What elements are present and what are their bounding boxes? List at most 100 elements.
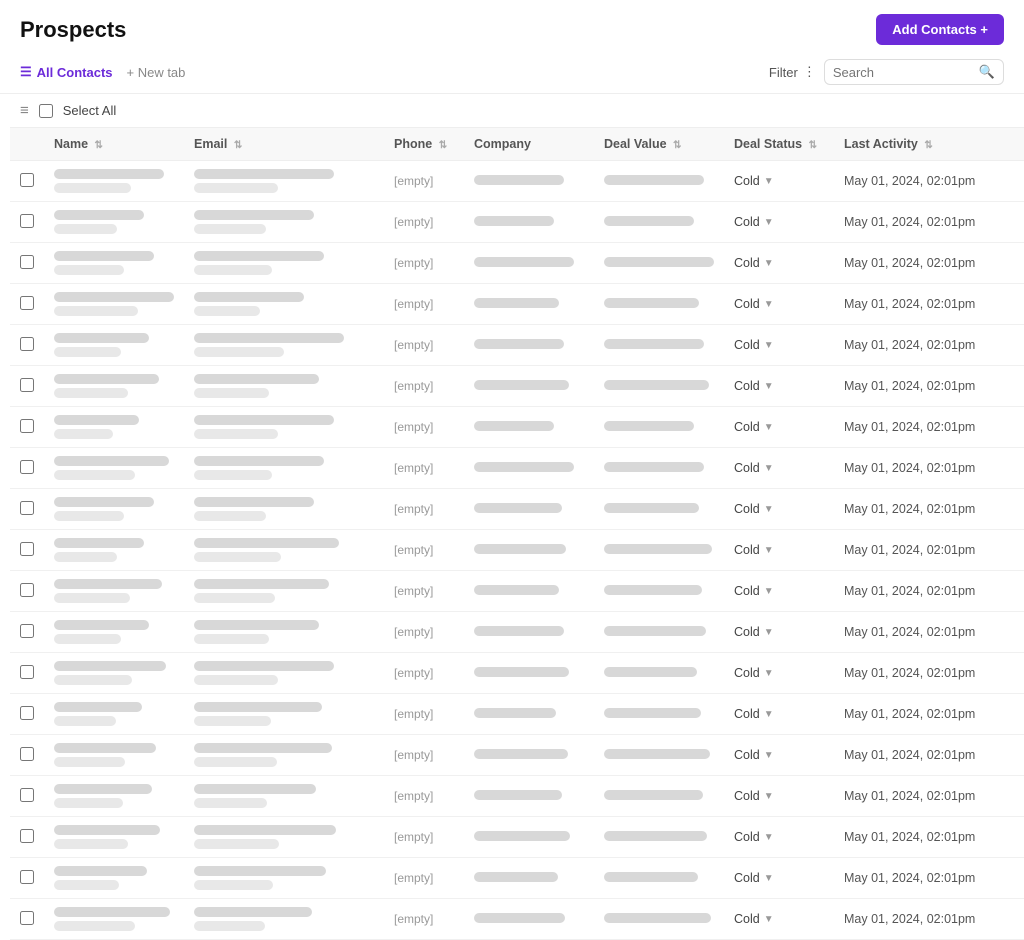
row-actions: ⋮ [1014,694,1024,735]
menu-icon[interactable]: ≡ [20,102,29,119]
add-contacts-button[interactable]: Add Contacts + [876,14,1004,45]
row-company [464,161,594,202]
deal-status-dropdown[interactable]: ▼ [764,258,774,269]
row-checkbox[interactable] [20,378,34,392]
row-email [184,325,384,366]
row-phone: [empty] [384,202,464,243]
row-last-activity: May 01, 2024, 02:01pm [834,448,1014,489]
row-company [464,325,594,366]
deal-status-dropdown[interactable]: ▼ [764,504,774,515]
contacts-table-wrapper: Name ⇅ Email ⇅ Phone ⇅ Company Deal Valu… [0,127,1024,940]
row-email [184,612,384,653]
row-checkbox-cell [10,243,44,284]
deal-status-dropdown[interactable]: ▼ [764,299,774,310]
th-name[interactable]: Name ⇅ [44,128,184,161]
row-actions: ⋮ [1014,612,1024,653]
row-name [44,325,184,366]
row-checkbox[interactable] [20,419,34,433]
row-deal-status: Cold ▼ [724,858,834,899]
row-company [464,694,594,735]
th-deal-value[interactable]: Deal Value ⇅ [594,128,724,161]
row-phone: [empty] [384,612,464,653]
row-checkbox[interactable] [20,665,34,679]
row-checkbox[interactable] [20,337,34,351]
deal-status-dropdown[interactable]: ▼ [764,545,774,556]
deal-status-dropdown[interactable]: ▼ [764,750,774,761]
row-checkbox[interactable] [20,583,34,597]
row-deal-value [594,366,724,407]
row-actions: ⋮ [1014,325,1024,366]
table-header: Name ⇅ Email ⇅ Phone ⇅ Company Deal Valu… [10,128,1024,161]
th-email[interactable]: Email ⇅ [184,128,384,161]
deal-status-dropdown[interactable]: ▼ [764,217,774,228]
row-deal-status: Cold ▼ [724,776,834,817]
row-actions: ⋮ [1014,530,1024,571]
deal-status-dropdown[interactable]: ▼ [764,340,774,351]
table-row: [empty] Cold ▼ May 01, 2024, 02:01pm ⋮ [10,817,1024,858]
row-deal-status: Cold ▼ [724,612,834,653]
row-deal-value [594,530,724,571]
row-last-activity: May 01, 2024, 02:01pm [834,284,1014,325]
row-phone: [empty] [384,325,464,366]
row-company [464,858,594,899]
select-all-label[interactable]: Select All [63,103,116,118]
row-company [464,776,594,817]
table-row: [empty] Cold ▼ May 01, 2024, 02:01pm ⋮ [10,243,1024,284]
deal-status-dropdown[interactable]: ▼ [764,668,774,679]
deal-status-dropdown[interactable]: ▼ [764,381,774,392]
table-row: [empty] Cold ▼ May 01, 2024, 02:01pm ⋮ [10,489,1024,530]
deal-status-dropdown[interactable]: ▼ [764,873,774,884]
row-last-activity: May 01, 2024, 02:01pm [834,571,1014,612]
th-last-activity[interactable]: Last Activity ⇅ [834,128,1014,161]
deal-status-dropdown[interactable]: ▼ [764,463,774,474]
th-deal-status[interactable]: Deal Status ⇅ [724,128,834,161]
deal-status-dropdown[interactable]: ▼ [764,791,774,802]
table-row: [empty] Cold ▼ May 01, 2024, 02:01pm ⋮ [10,653,1024,694]
row-checkbox[interactable] [20,173,34,187]
row-name [44,858,184,899]
row-checkbox[interactable] [20,829,34,843]
row-deal-value [594,571,724,612]
row-phone: [empty] [384,653,464,694]
deal-status-dropdown[interactable]: ▼ [764,586,774,597]
row-checkbox[interactable] [20,214,34,228]
table-row: [empty] Cold ▼ May 01, 2024, 02:01pm ⋮ [10,735,1024,776]
row-checkbox[interactable] [20,255,34,269]
row-email [184,694,384,735]
row-checkbox-cell [10,653,44,694]
new-tab-button[interactable]: + New tab [127,65,186,80]
deal-status-dropdown[interactable]: ▼ [764,914,774,925]
row-last-activity: May 01, 2024, 02:01pm [834,161,1014,202]
row-last-activity: May 01, 2024, 02:01pm [834,653,1014,694]
row-checkbox-cell [10,694,44,735]
row-checkbox[interactable] [20,747,34,761]
deal-status-dropdown[interactable]: ▼ [764,422,774,433]
row-checkbox[interactable] [20,624,34,638]
search-input[interactable] [833,65,973,80]
table-row: [empty] Cold ▼ May 01, 2024, 02:01pm ⋮ [10,694,1024,735]
row-checkbox[interactable] [20,870,34,884]
row-email [184,776,384,817]
deal-status-dropdown[interactable]: ▼ [764,832,774,843]
sort-email-icon: ⇅ [234,140,242,151]
select-all-checkbox[interactable] [39,104,53,118]
row-phone: [empty] [384,448,464,489]
filter-button[interactable]: Filter ⋮ [769,64,816,80]
th-phone[interactable]: Phone ⇅ [384,128,464,161]
row-checkbox[interactable] [20,296,34,310]
row-checkbox[interactable] [20,542,34,556]
row-checkbox[interactable] [20,460,34,474]
deal-status-dropdown[interactable]: ▼ [764,709,774,720]
row-checkbox[interactable] [20,501,34,515]
row-checkbox-cell [10,448,44,489]
row-deal-status: Cold ▼ [724,161,834,202]
row-checkbox[interactable] [20,911,34,925]
tab-all-contacts[interactable]: ☰ All Contacts [20,64,113,80]
row-checkbox[interactable] [20,788,34,802]
row-checkbox[interactable] [20,706,34,720]
deal-status-dropdown[interactable]: ▼ [764,176,774,187]
row-deal-status: Cold ▼ [724,202,834,243]
row-last-activity: May 01, 2024, 02:01pm [834,817,1014,858]
row-phone: [empty] [384,243,464,284]
deal-status-dropdown[interactable]: ▼ [764,627,774,638]
